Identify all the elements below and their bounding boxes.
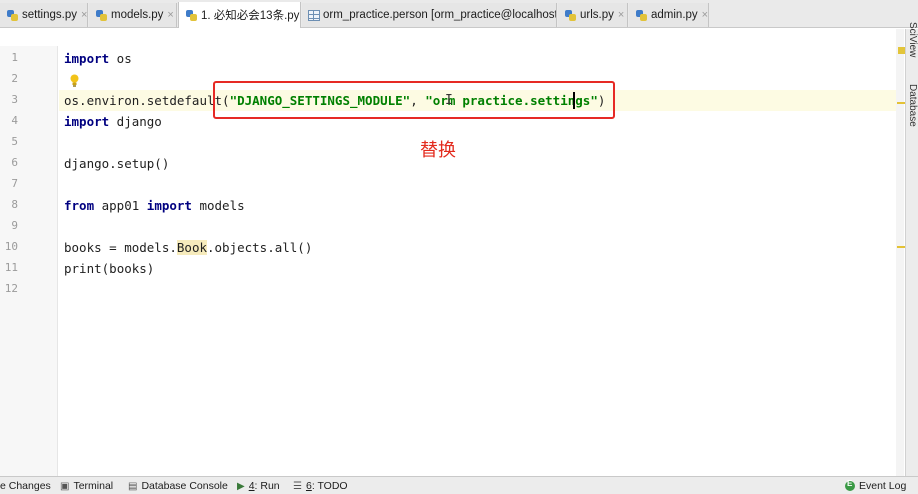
error-stripe-mark[interactable] [897, 102, 905, 104]
highlight-box [213, 81, 615, 119]
database-console-button[interactable]: ▤ Database Console [128, 479, 228, 493]
event-log-label: Event Log [859, 480, 907, 492]
error-stripe-mark[interactable] [897, 246, 905, 248]
line-number: 2 [11, 72, 18, 85]
lightbulb-icon[interactable] [70, 74, 79, 87]
event-log-button[interactable]: Event Log [845, 479, 906, 493]
tab-label: admin.py [651, 9, 698, 21]
code-text: django [109, 114, 162, 129]
line-number: 6 [11, 156, 18, 169]
code-line-4[interactable]: import django [64, 111, 162, 132]
annotation-label: 替换 [420, 140, 456, 161]
editor-tab-bar: settings.py × models.py × 1. 必知必会13条.py … [0, 0, 918, 28]
line-number: 10 [4, 240, 18, 253]
todo-icon: ☰ [293, 480, 302, 492]
line-number: 11 [4, 261, 18, 274]
code-text: (books) [101, 261, 155, 276]
bottom-tool-bar: e Changes ▣ Terminal ▤ Database Console … [0, 476, 918, 494]
sciview-tool-button[interactable]: SciView [907, 22, 918, 57]
python-file-icon [6, 9, 19, 22]
keyword: import [146, 198, 192, 213]
code-line-6[interactable]: django.setup() [64, 153, 169, 174]
tab-active-file[interactable]: 1. 必知必会13条.py × [178, 2, 301, 28]
code-text: models [191, 198, 245, 213]
close-icon[interactable]: × [618, 9, 624, 21]
python-file-icon [564, 9, 577, 22]
code-text: os [109, 51, 132, 66]
tab-settings-py[interactable]: settings.py × [0, 3, 88, 27]
close-icon[interactable]: × [702, 9, 708, 21]
run-icon: ▶ [237, 480, 245, 492]
tab-label: orm_practice.person [orm_practice@localh… [323, 9, 557, 21]
tab-urls-py[interactable]: urls.py × [558, 3, 628, 27]
line-number: 7 [11, 177, 18, 190]
line-number: 4 [11, 114, 18, 127]
line-number-gutter[interactable]: 1 2 3 4 6 5 7 8 9 10 11 12 [0, 46, 58, 476]
event-log-icon [845, 479, 855, 491]
tab-models-py[interactable]: models.py × [89, 3, 177, 27]
tab-orm-person-table[interactable]: orm_practice.person [orm_practice@localh… [302, 3, 557, 27]
terminal-button[interactable]: ▣ Terminal [60, 479, 113, 493]
python-file-icon [635, 9, 648, 22]
keyword: import [64, 114, 110, 129]
class-reference: Book [176, 240, 207, 255]
code-text: django.setup() [64, 156, 170, 171]
line-number: 12 [4, 282, 18, 295]
code-line-11[interactable]: print(books) [64, 258, 154, 279]
builtin-function: print [64, 261, 102, 276]
tab-label: models.py [111, 9, 164, 21]
code-line-10[interactable]: books = models.Book.objects.all() [64, 237, 312, 258]
inspection-status-icon[interactable] [898, 47, 905, 54]
code-line-1[interactable]: import os [64, 48, 132, 69]
database-console-label: Database Console [141, 480, 228, 492]
todo-button[interactable]: ☰ 6: TODO [293, 479, 348, 493]
keyword: from [64, 198, 95, 213]
tab-admin-py[interactable]: admin.py × [629, 3, 709, 27]
code-text: .objects.all() [207, 240, 313, 255]
version-control-changes-button[interactable]: e Changes [0, 479, 51, 493]
run-button[interactable]: ▶ 4: Run [237, 479, 280, 493]
line-number: 3 [11, 93, 18, 106]
python-file-icon [185, 9, 198, 22]
table-icon [308, 9, 320, 21]
changes-label: e Changes [0, 480, 51, 492]
tab-label: 1. 必知必会13条.py [201, 10, 300, 22]
code-text: books = models. [64, 240, 177, 255]
line-number: 9 [11, 219, 18, 232]
code-text: os.environ.setdefaul [64, 93, 215, 108]
line-number: 5 [11, 135, 18, 148]
error-stripe[interactable] [896, 29, 904, 476]
tab-label: settings.py [22, 9, 77, 21]
database-tool-button[interactable]: Database [907, 84, 918, 127]
line-number: 1 [11, 51, 18, 64]
code-text: app01 [94, 198, 147, 213]
tab-label: urls.py [580, 9, 614, 21]
terminal-label: Terminal [73, 480, 114, 492]
code-line-8[interactable]: from app01 import models [64, 195, 245, 216]
close-icon[interactable]: × [167, 9, 173, 21]
python-file-icon [95, 9, 108, 22]
keyword: import [64, 51, 110, 66]
close-icon[interactable]: × [81, 9, 87, 21]
terminal-icon: ▣ [60, 480, 70, 492]
run-label: : Run [254, 480, 280, 492]
editor-top-margin [0, 29, 900, 46]
console-icon: ▤ [128, 480, 138, 492]
todo-label: : TODO [311, 480, 348, 492]
line-number: 8 [11, 198, 18, 211]
